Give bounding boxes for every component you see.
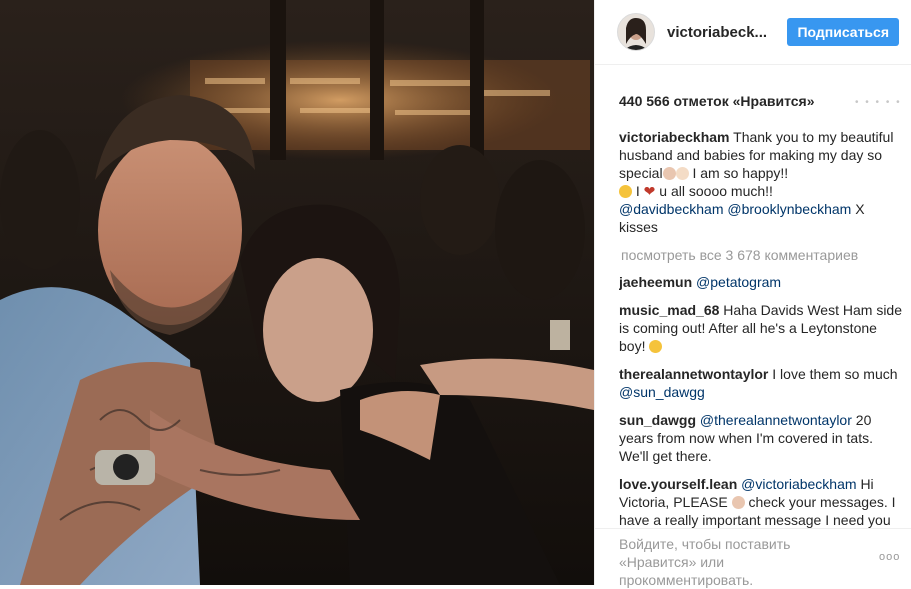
- comment-text: I love them so much: [772, 366, 898, 382]
- heart-emoji: ❤: [643, 183, 656, 199]
- smile-emoji: [619, 185, 632, 198]
- more-options-icon[interactable]: ooo: [879, 551, 900, 563]
- hand-emoji: [675, 167, 689, 180]
- post-header: victoriabeck... Подписаться: [595, 0, 911, 65]
- comment: love.yourself.lean @victoriabeckham Hi V…: [619, 475, 904, 528]
- post-sidebar: victoriabeck... Подписаться 440 566 отме…: [594, 0, 911, 588]
- comment-mention[interactable]: @therealannetwontaylor: [700, 412, 852, 428]
- username-link[interactable]: victoriabeck...: [667, 24, 787, 41]
- comment: jaeheemun @petatogram: [619, 273, 904, 291]
- post-photo-image: [0, 0, 594, 585]
- comment-mention[interactable]: @petatogram: [696, 274, 781, 290]
- comment-mention[interactable]: @victoriabeckham: [741, 476, 856, 492]
- view-all-comments-link[interactable]: посмотреть все 3 678 комментариев: [621, 246, 904, 264]
- comment: sun_dawgg @therealannetwontaylor 20 year…: [619, 411, 904, 465]
- login-prompt[interactable]: Войдите, чтобы поставить «Нравится» или …: [619, 535, 829, 589]
- comment-username[interactable]: music_mad_68: [619, 302, 719, 318]
- more-dots: • • • • •: [855, 97, 902, 108]
- caption-text-2: I am so happy!!: [688, 165, 789, 181]
- caption-text-3: I: [632, 183, 644, 199]
- caption-username[interactable]: victoriabeckham: [619, 129, 730, 145]
- comment-username[interactable]: jaeheemun: [619, 274, 692, 290]
- mention-brooklynbeckham[interactable]: @brooklynbeckham: [727, 201, 851, 217]
- caption-text-4: u all soooo much!!: [655, 183, 773, 199]
- family-emoji: [662, 167, 676, 180]
- comment-mention[interactable]: @sun_dawgg: [619, 384, 705, 400]
- comment-username[interactable]: love.yourself.lean: [619, 476, 737, 492]
- likes-count[interactable]: 440 566 отметок «Нравится»: [619, 93, 815, 109]
- post-footer: Войдите, чтобы поставить «Нравится» или …: [595, 528, 911, 588]
- comment-username[interactable]: therealannetwontaylor: [619, 366, 768, 382]
- comment: therealannetwontaylor I love them so muc…: [619, 365, 904, 401]
- tongue-emoji: [649, 340, 663, 353]
- family-emoji: [731, 496, 745, 509]
- mention-davidbeckham[interactable]: @davidbeckham: [619, 201, 724, 217]
- follow-button[interactable]: Подписаться: [787, 18, 899, 46]
- comment-username[interactable]: sun_dawgg: [619, 412, 696, 428]
- avatar[interactable]: [617, 13, 655, 51]
- caption: victoriabeckham Thank you to my beautifu…: [619, 128, 904, 236]
- comments-list: victoriabeckham Thank you to my beautifu…: [619, 128, 904, 528]
- instagram-post: victoriabeck... Подписаться 440 566 отме…: [0, 0, 911, 588]
- comment: music_mad_68 Haha Davids West Ham side i…: [619, 301, 904, 355]
- post-photo[interactable]: [0, 0, 594, 585]
